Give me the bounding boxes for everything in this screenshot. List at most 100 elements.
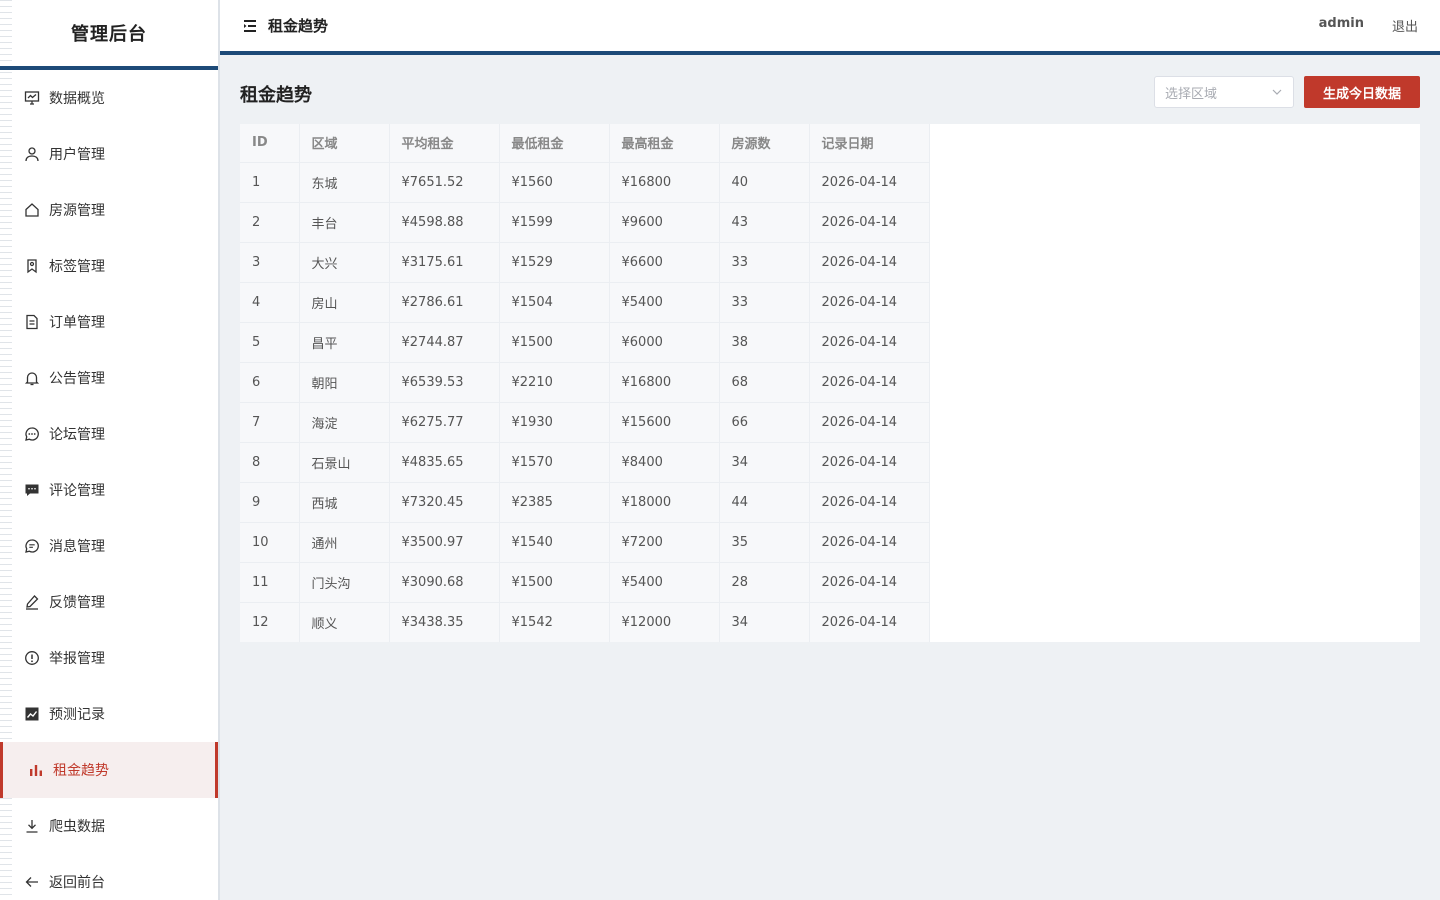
bar-chart-icon [28, 762, 44, 778]
cell-listing-count: 40 [719, 161, 810, 202]
cell-region: 朝阳 [299, 361, 390, 402]
sidebar-item-0[interactable]: 数据概览 [0, 70, 218, 126]
cell-listing-count: 34 [719, 601, 810, 642]
sidebar-item-label: 反馈管理 [49, 595, 105, 611]
cell-region: 丰台 [299, 201, 390, 242]
sidebar-nav: 数据概览用户管理房源管理标签管理订单管理公告管理 论坛管理评论管理消息管理反馈管理… [0, 70, 218, 900]
table-row: 5 昌平 ¥2744.87 ¥1500 ¥6000 38 2026-04-14 [240, 321, 930, 362]
cell-avg-rent: ¥7320.45 [389, 481, 500, 522]
comment-filled-icon [24, 482, 40, 498]
sidebar-item-1[interactable]: 用户管理 [0, 126, 218, 182]
cell-record-date: 2026-04-14 [809, 361, 930, 402]
cell-region: 西城 [299, 481, 390, 522]
house-icon [24, 202, 40, 218]
table-row: 7 海淀 ¥6275.77 ¥1930 ¥15600 66 2026-04-14 [240, 401, 930, 442]
cell-min-rent: ¥1504 [499, 281, 610, 322]
cell-region: 石景山 [299, 441, 390, 482]
cell-id: 8 [240, 441, 300, 482]
cell-avg-rent: ¥2744.87 [389, 321, 500, 362]
cell-record-date: 2026-04-14 [809, 321, 930, 362]
sidebar-item-14[interactable]: 返回前台 [0, 854, 218, 900]
chat-dots-icon [24, 426, 40, 442]
cell-min-rent: ¥1930 [499, 401, 610, 442]
sidebar-item-label: 租金趋势 [53, 763, 109, 779]
cell-max-rent: ¥5400 [609, 561, 720, 602]
cell-id: 1 [240, 161, 300, 202]
cell-max-rent: ¥6000 [609, 321, 720, 362]
arrow-left-icon [24, 874, 40, 890]
trend-chart-icon [24, 706, 40, 722]
generate-today-button[interactable]: 生成今日数据 [1304, 76, 1420, 108]
cell-avg-rent: ¥4835.65 [389, 441, 500, 482]
cell-id: 6 [240, 361, 300, 402]
sidebar-item-label: 订单管理 [49, 315, 105, 331]
sidebar: 管理后台 数据概览 用户管理 房源管理 标签管理 订单管理 公告管理 论坛管理 评论管理 消息管… [0, 0, 220, 900]
cell-region: 大兴 [299, 241, 390, 282]
topbar: 租金趋势 admin 退出 [220, 0, 1440, 55]
cell-listing-count: 33 [719, 281, 810, 322]
cell-id: 2 [240, 201, 300, 242]
table-row: 12 顺义 ¥3438.35 ¥1542 ¥12000 34 2026-04-14 [240, 601, 930, 642]
sidebar-item-4[interactable]: 订单管理 [0, 294, 218, 350]
sidebar-item-label: 举报管理 [49, 651, 105, 667]
menu-icon[interactable] [242, 18, 258, 34]
cell-max-rent: ¥9600 [609, 201, 720, 242]
cell-min-rent: ¥1570 [499, 441, 610, 482]
sidebar-item-5[interactable]: 公告管理 [0, 350, 218, 406]
cell-max-rent: ¥6600 [609, 241, 720, 282]
column-header-id: ID [240, 124, 300, 162]
table-row: 11 门头沟 ¥3090.68 ¥1500 ¥5400 28 2026-04-14 [240, 561, 930, 602]
sidebar-item-7[interactable]: 评论管理 [0, 462, 218, 518]
table-row: 1 东城 ¥7651.52 ¥1560 ¥16800 40 2026-04-14 [240, 161, 930, 202]
cell-min-rent: ¥1599 [499, 201, 610, 242]
cell-avg-rent: ¥3438.35 [389, 601, 500, 642]
main-content: 租金趋势 选择区域 生成今日数据 ID 区域 平均租金 最低租金 最高租金 房源数 记录日期… [240, 76, 1420, 642]
cell-id: 5 [240, 321, 300, 362]
sidebar-item-8[interactable]: 消息管理 [0, 518, 218, 574]
sidebar-item-label: 标签管理 [49, 259, 105, 275]
cell-listing-count: 66 [719, 401, 810, 442]
cell-avg-rent: ¥3500.97 [389, 521, 500, 562]
cell-avg-rent: ¥2786.61 [389, 281, 500, 322]
cell-id: 10 [240, 521, 300, 562]
cell-id: 11 [240, 561, 300, 602]
region-select[interactable]: 选择区域 [1154, 76, 1294, 108]
cell-id: 12 [240, 601, 300, 642]
cell-listing-count: 38 [719, 321, 810, 362]
sidebar-item-3[interactable]: 标签管理 [0, 238, 218, 294]
cell-record-date: 2026-04-14 [809, 241, 930, 282]
cell-min-rent: ¥1542 [499, 601, 610, 642]
sidebar-item-10[interactable]: 举报管理 [0, 630, 218, 686]
sidebar-item-12[interactable]: 租金趋势 [0, 742, 218, 798]
sidebar-item-13[interactable]: 爬虫数据 [0, 798, 218, 854]
cell-record-date: 2026-04-14 [809, 481, 930, 522]
rent-table-card: ID 区域 平均租金 最低租金 最高租金 房源数 记录日期 1 东城 ¥7651.52 ¥1560… [240, 124, 1420, 642]
cell-avg-rent: ¥6275.77 [389, 401, 500, 442]
cell-region: 顺义 [299, 601, 390, 642]
sidebar-item-2[interactable]: 房源管理 [0, 182, 218, 238]
user-name[interactable]: admin [1319, 16, 1364, 35]
logout-link[interactable]: 退出 [1392, 16, 1418, 35]
cell-region: 房山 [299, 281, 390, 322]
cell-id: 7 [240, 401, 300, 442]
table-row: 3 大兴 ¥3175.61 ¥1529 ¥6600 33 2026-04-14 [240, 241, 930, 282]
sidebar-item-label: 评论管理 [49, 483, 105, 499]
sidebar-item-6[interactable]: 论坛管理 [0, 406, 218, 462]
table-header-row: ID 区域 平均租金 最低租金 最高租金 房源数 记录日期 [240, 124, 930, 162]
cell-record-date: 2026-04-14 [809, 441, 930, 482]
cell-record-date: 2026-04-14 [809, 521, 930, 562]
cell-max-rent: ¥18000 [609, 481, 720, 522]
cell-max-rent: ¥16800 [609, 161, 720, 202]
table-row: 10 通州 ¥3500.97 ¥1540 ¥7200 35 2026-04-14 [240, 521, 930, 562]
sidebar-item-label: 用户管理 [49, 147, 105, 163]
cell-avg-rent: ¥4598.88 [389, 201, 500, 242]
sidebar-item-11[interactable]: 预测记录 [0, 686, 218, 742]
column-header-min-rent: 最低租金 [499, 124, 610, 162]
sidebar-item-label: 预测记录 [49, 707, 105, 723]
sidebar-item-label: 房源管理 [49, 203, 105, 219]
user-icon [24, 146, 40, 162]
cell-min-rent: ¥2210 [499, 361, 610, 402]
cell-avg-rent: ¥3175.61 [389, 241, 500, 282]
sidebar-item-9[interactable]: 反馈管理 [0, 574, 218, 630]
cell-listing-count: 34 [719, 441, 810, 482]
